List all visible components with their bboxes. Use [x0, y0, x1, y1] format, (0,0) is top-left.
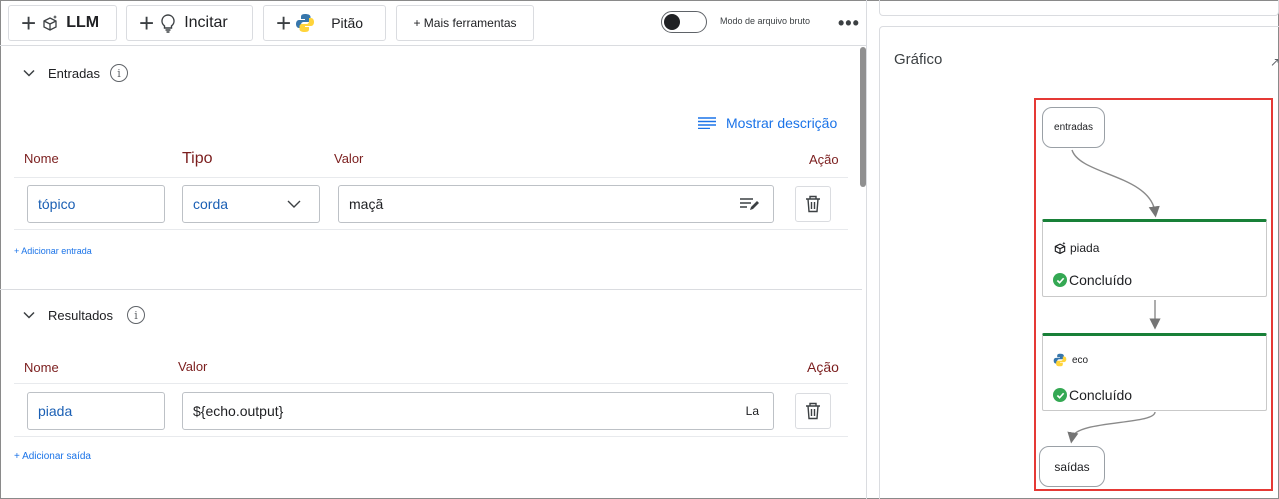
add-llm-button[interactable]: + LLM [8, 5, 117, 41]
trash-icon [806, 195, 820, 213]
node-name: piada [1070, 241, 1100, 255]
delete-output-button[interactable] [795, 393, 831, 429]
input-type-select[interactable]: corda [182, 185, 320, 223]
outputs-section-header[interactable]: Resultados i [22, 306, 146, 324]
show-description-label: Mostrar descrição [726, 115, 838, 131]
divider [14, 177, 848, 178]
python-icon [1053, 353, 1067, 367]
output-name-field[interactable]: piada [27, 392, 165, 430]
input-type-value: corda [193, 196, 229, 212]
node-title: piada [1053, 241, 1099, 255]
more-options-icon[interactable]: ••• [838, 13, 860, 34]
trash-icon [806, 402, 820, 420]
divider [14, 383, 848, 384]
python-icon [295, 13, 315, 33]
plus-icon: + [139, 8, 155, 38]
more-tools-button[interactable]: + Mais ferramentas [396, 5, 534, 41]
right-top-card [879, 0, 1279, 16]
check-circle-icon [1053, 273, 1067, 287]
info-icon[interactable]: i [127, 306, 146, 324]
plus-icon: + [21, 8, 37, 38]
status-text: Concluído [1069, 387, 1133, 403]
inputs-col-value: Valor [334, 151, 364, 166]
description-lines-icon [698, 117, 716, 129]
chevron-down-icon [287, 200, 301, 208]
chevron-down-icon [23, 69, 35, 77]
input-name-field[interactable]: tópico [27, 185, 165, 223]
panel-divider [866, 0, 867, 499]
input-value-field[interactable]: maçã [338, 185, 774, 223]
outputs-col-name: Nome [24, 360, 59, 375]
output-value-text: ${echo.output} [193, 403, 284, 419]
llm-icon [1054, 241, 1066, 255]
raw-mode-toggle[interactable] [661, 11, 707, 33]
node-title: eco [1053, 353, 1088, 367]
graph-node-eco[interactable]: eco Concluído [1042, 333, 1267, 411]
delete-input-button[interactable] [795, 186, 831, 222]
expand-icon[interactable]: ↗ [1270, 55, 1279, 69]
divider [14, 436, 848, 437]
edit-text-icon[interactable] [739, 196, 759, 212]
llm-icon [40, 13, 60, 33]
graph-node-entradas[interactable]: entradas [1042, 107, 1105, 148]
inputs-title: Entradas [48, 65, 101, 81]
node-status: Concluído [1053, 272, 1132, 288]
output-value-field[interactable]: ${echo.output} La [182, 392, 774, 430]
outputs-title: Resultados [48, 307, 114, 323]
add-output-link[interactable]: + Adicionar saída [14, 451, 91, 462]
info-icon[interactable]: i [110, 64, 129, 82]
check-circle-icon [1053, 388, 1067, 402]
inputs-section-header[interactable]: Entradas i [22, 64, 129, 82]
inputs-col-name: Nome [24, 151, 59, 166]
add-input-link[interactable]: + Adicionar entrada [14, 246, 92, 256]
chevron-down-icon [23, 311, 35, 319]
outputs-col-value: Valor [178, 359, 208, 374]
incitar-label: Incitar [184, 14, 228, 31]
lightbulb-icon [158, 13, 178, 33]
add-prompt-button[interactable]: + Incitar [126, 5, 253, 41]
section-divider [0, 289, 862, 290]
inputs-col-action: Ação [809, 152, 839, 167]
add-python-button[interactable]: + Pitão [263, 5, 386, 41]
status-text: Concluído [1069, 272, 1133, 288]
input-value-text: maçã [349, 196, 384, 212]
toolbar: + LLM + Incitar + Pitão + Mais ferrament… [0, 0, 866, 46]
pitao-label: Pitão [331, 15, 364, 31]
plus-icon: + [276, 8, 292, 38]
outputs-col-action: Ação [807, 359, 839, 375]
output-value-suffix: La [745, 404, 759, 418]
raw-mode-label: Modo de arquivo bruto [720, 16, 811, 26]
graph-node-saidas[interactable]: saídas [1039, 446, 1105, 487]
divider [14, 229, 848, 230]
inputs-col-type: Tipo [182, 150, 213, 167]
node-name: eco [1072, 354, 1089, 366]
llm-label: LLM [66, 14, 100, 31]
graph-title: Gráfico [894, 51, 943, 68]
node-status: Concluído [1053, 387, 1132, 403]
show-description-button[interactable]: Mostrar descrição [698, 115, 837, 131]
toggle-knob [664, 14, 680, 30]
graph-node-piada[interactable]: piada Concluído [1042, 219, 1267, 297]
